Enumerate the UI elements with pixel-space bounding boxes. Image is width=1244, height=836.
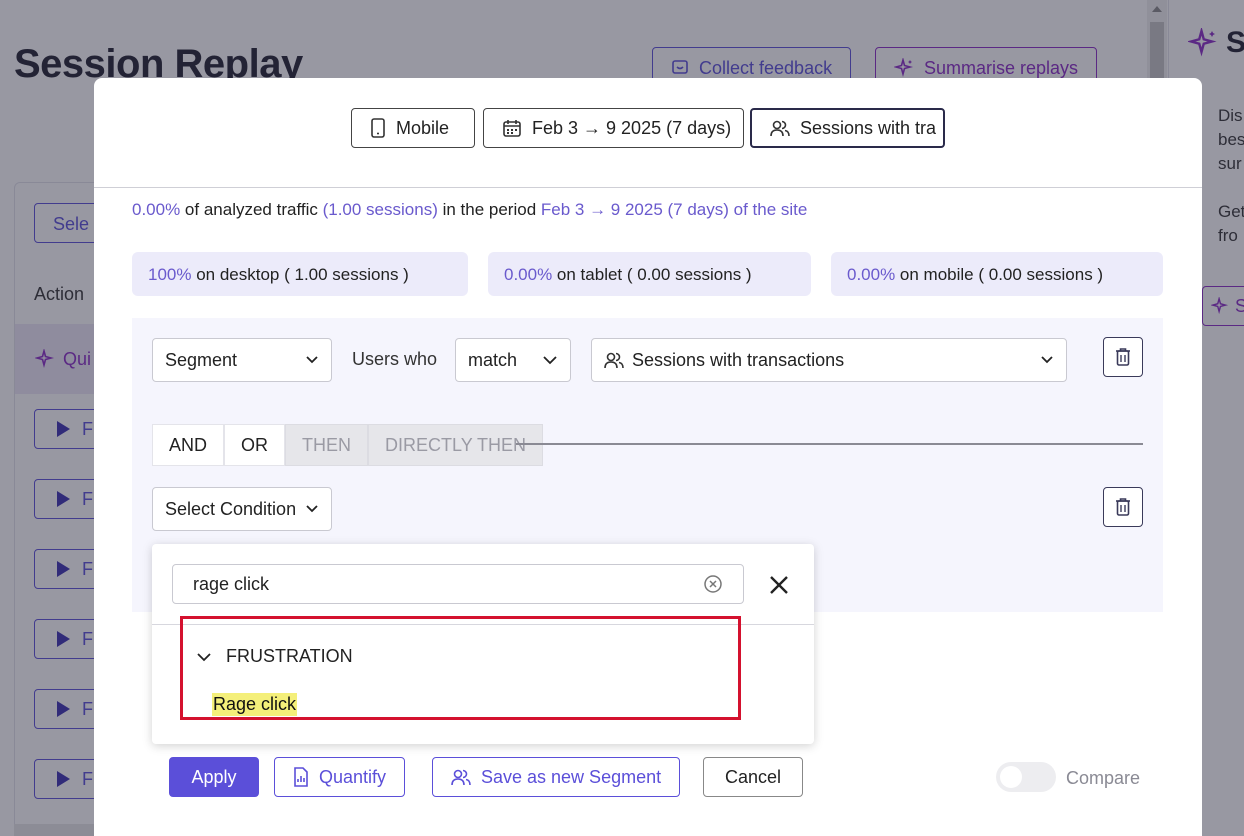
compare-toggle[interactable] (996, 762, 1056, 792)
save-segment-button[interactable]: Save as new Segment (432, 757, 681, 797)
mobile-stat-card: 0.00% on mobile ( 0.00 sessions ) (831, 252, 1163, 296)
traffic-text: in the period (437, 200, 541, 219)
traffic-summary: 0.00% of analyzed traffic (1.00 sessions… (132, 200, 807, 220)
report-chart-icon (294, 767, 308, 787)
clear-search-icon[interactable] (703, 574, 723, 594)
segment-filter-modal: Mobile Feb 3 → 9 2025 (7 days) Sessions … (94, 78, 1202, 836)
chevron-down-icon (306, 505, 318, 513)
users-icon (770, 120, 790, 137)
cancel-button[interactable]: Cancel (703, 757, 803, 797)
quantify-button[interactable]: Quantify (274, 757, 406, 797)
trash-icon (1116, 498, 1130, 516)
condition-type-dropdown[interactable]: Segment (152, 338, 332, 382)
segment-select-value: Sessions with transactions (632, 349, 845, 370)
chevron-down-icon (1041, 356, 1053, 364)
apply-button[interactable]: Apply (169, 757, 259, 797)
date-range-label: Feb 3 → 9 2025 (7 days) (532, 117, 732, 138)
date-range-button[interactable]: Feb 3 → 9 2025 (7 days) (483, 108, 744, 148)
condition-search-value: rage click (193, 573, 270, 594)
logic-operator-tabs: AND OR THEN DIRECTLY THEN (152, 424, 544, 466)
segment-select-dropdown[interactable]: Sessions with transactions (591, 338, 1067, 382)
users-who-label: Users who (352, 349, 438, 369)
calendar-icon (503, 120, 521, 137)
device-filter-label: Mobile (396, 117, 450, 138)
segment-filter-label: Sessions with tra (800, 117, 937, 138)
device-filter-button[interactable]: Mobile (351, 108, 475, 148)
chevron-down-icon (543, 356, 557, 365)
traffic-text: of analyzed traffic (180, 200, 323, 219)
tablet-stat-card: 0.00% on tablet ( 0.00 sessions ) (488, 252, 811, 296)
stat-label: on tablet ( 0.00 sessions ) (552, 265, 752, 284)
traffic-sessions: (1.00 sessions) (322, 200, 438, 219)
logic-or-button[interactable]: OR (224, 424, 286, 466)
condition-type-value: Segment (165, 349, 238, 370)
mobile-phone-icon (371, 118, 385, 138)
stat-percent: 100% (148, 265, 192, 284)
select-condition-label: Select Condition (165, 498, 297, 519)
delete-condition-button[interactable] (1103, 487, 1143, 527)
match-dropdown[interactable]: match (455, 338, 571, 382)
compare-label: Compare (1066, 768, 1141, 788)
stat-label: on desktop ( 1.00 sessions ) (191, 265, 409, 284)
select-condition-dropdown[interactable]: Select Condition (152, 487, 332, 531)
traffic-period: Feb 3 → 9 2025 (7 days) of the site (540, 200, 808, 219)
chevron-down-icon (306, 356, 318, 364)
condition-search-input[interactable]: rage click (172, 564, 744, 604)
quantify-label: Quantify (319, 766, 387, 787)
logic-then-button[interactable]: THEN (285, 424, 369, 466)
stat-label: on mobile ( 0.00 sessions ) (895, 265, 1104, 284)
stat-percent: 0.00% (504, 265, 553, 284)
highlight-annotation-box (180, 616, 741, 720)
close-icon (770, 576, 788, 594)
condition-search-popover: rage click FRUSTRATION Rage click (152, 544, 814, 744)
filter-bar: Mobile Feb 3 → 9 2025 (7 days) Sessions … (94, 78, 1202, 188)
stat-percent: 0.00% (847, 265, 896, 284)
users-icon (604, 352, 624, 369)
toggle-knob (1000, 766, 1022, 788)
trash-icon (1116, 348, 1130, 366)
save-segment-label: Save as new Segment (481, 766, 662, 787)
logic-and-button[interactable]: AND (152, 424, 225, 466)
desktop-stat-card: 100% on desktop ( 1.00 sessions ) (132, 252, 468, 296)
traffic-percent: 0.00% (132, 200, 181, 219)
logic-directly-then-button[interactable]: DIRECTLY THEN (368, 424, 544, 466)
segment-filter-button[interactable]: Sessions with tra (750, 108, 945, 148)
delete-segment-button[interactable] (1103, 337, 1143, 377)
close-popover-button[interactable] (764, 570, 794, 600)
logic-divider (516, 443, 1143, 445)
users-icon (451, 769, 471, 786)
match-value: match (468, 349, 518, 370)
